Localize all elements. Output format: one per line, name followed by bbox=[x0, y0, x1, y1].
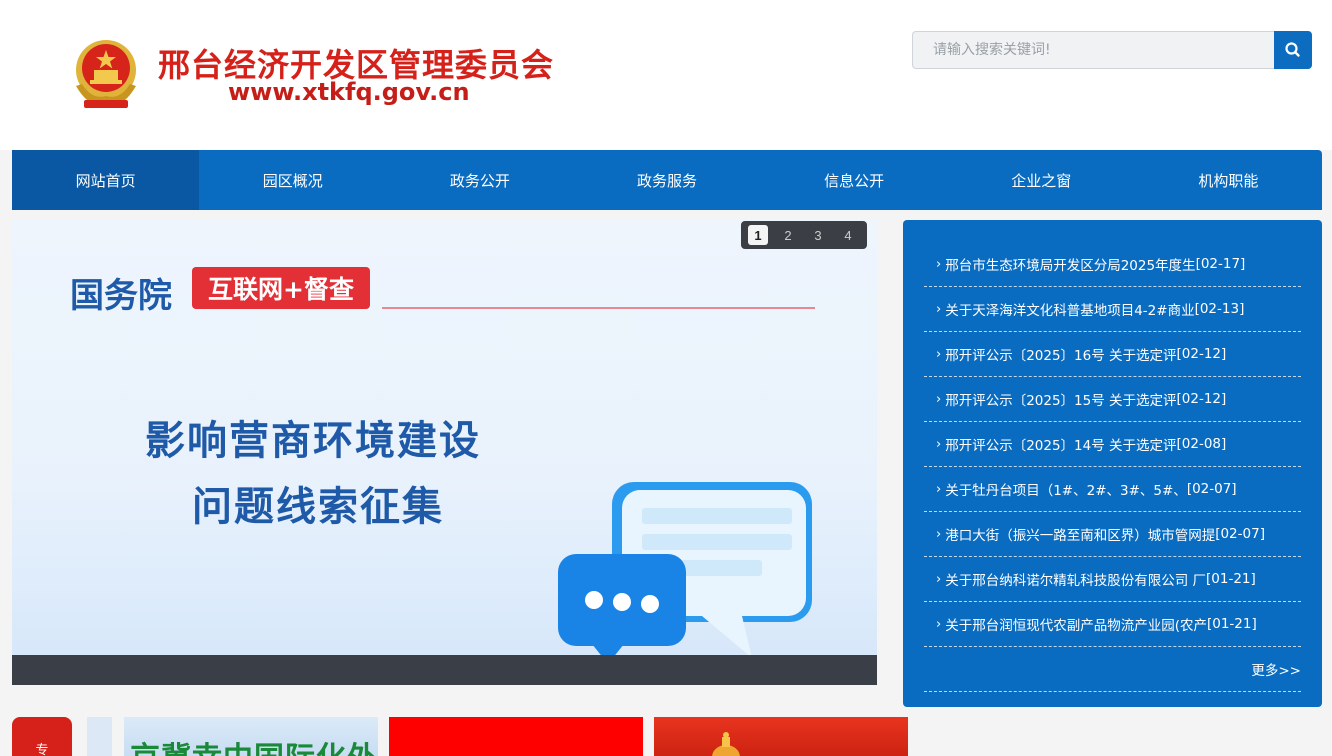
main-nav: 网站首页 园区概况 政务公开 政务服务 信息公开 企业之窗 机构职能 bbox=[12, 150, 1322, 210]
feature-card-3[interactable] bbox=[654, 717, 908, 756]
banner-tag: 互联网+督查 bbox=[192, 267, 370, 309]
chevron-right-icon: › bbox=[936, 616, 942, 632]
carousel-page-4[interactable]: 4 bbox=[838, 225, 858, 245]
chevron-right-icon: › bbox=[936, 481, 942, 497]
nav-item-government-services[interactable]: 政务服务 bbox=[573, 150, 760, 210]
chevron-right-icon: › bbox=[936, 571, 942, 587]
banner-carousel[interactable]: 国务院 互联网+督查 影响营商环境建设 问题线索征集 1 2 3 4 bbox=[12, 220, 877, 685]
news-date: [02-17] bbox=[1195, 256, 1246, 272]
news-title: 关于邢台润恒现代农副产品物流产业园(农产 bbox=[945, 618, 1207, 634]
banner-headline-2: 问题线索征集 bbox=[192, 484, 444, 530]
nav-item-government-affairs[interactable]: 政务公开 bbox=[386, 150, 573, 210]
site-url[interactable]: www.xtkfq.gov.cn bbox=[228, 78, 470, 106]
carousel-page-2[interactable]: 2 bbox=[778, 225, 798, 245]
lantern-icon bbox=[712, 732, 740, 756]
news-title: 邢开评公示〔2025〕16号 关于选定评 bbox=[945, 348, 1177, 364]
chevron-right-icon: › bbox=[936, 256, 942, 272]
banner-caption-bar bbox=[12, 655, 877, 685]
news-item[interactable]: › 关于牡丹台项目（1#、2#、3#、5#、 [02-07] bbox=[924, 467, 1301, 512]
national-emblem-icon[interactable] bbox=[70, 36, 142, 112]
banner-org: 国务院 bbox=[70, 276, 172, 316]
chevron-right-icon: › bbox=[936, 346, 942, 362]
news-item[interactable]: › 邢开评公示〔2025〕16号 关于选定评 [02-12] bbox=[924, 332, 1301, 377]
news-title: 港口大街（振兴一路至南和区界）城市管网提 bbox=[945, 528, 1216, 544]
news-date: [02-08] bbox=[1176, 436, 1227, 452]
news-item[interactable]: › 关于天泽海洋文化科普基地项目4-2#商业 [02-13] bbox=[924, 287, 1301, 332]
carousel-pager: 1 2 3 4 bbox=[741, 221, 867, 249]
banner-headline-1: 影响营商环境建设 bbox=[145, 418, 481, 464]
nav-item-home[interactable]: 网站首页 bbox=[12, 150, 200, 210]
news-date: [02-07] bbox=[1215, 526, 1265, 542]
feature-card-1-text: 京冀幸中国际化外 bbox=[130, 733, 378, 756]
news-item[interactable]: › 关于邢台纳科诺尔精轧科技股份有限公司 厂 [01-21] bbox=[924, 557, 1301, 602]
search-button[interactable] bbox=[1274, 31, 1312, 69]
nav-item-institution-functions[interactable]: 机构职能 bbox=[1135, 150, 1322, 210]
news-item[interactable]: › 港口大街（振兴一路至南和区界）城市管网提 [02-07] bbox=[924, 512, 1301, 557]
feature-strip: 专 京冀幸中国际化外 bbox=[0, 707, 1332, 756]
news-date: [02-12] bbox=[1176, 346, 1227, 362]
news-title: 邢开评公示〔2025〕14号 关于选定评 bbox=[945, 438, 1177, 454]
carousel-page-3[interactable]: 3 bbox=[808, 225, 828, 245]
news-date: [02-13] bbox=[1194, 301, 1245, 317]
news-date: [01-21] bbox=[1206, 616, 1257, 632]
feature-card-2[interactable] bbox=[389, 717, 643, 756]
nav-item-park-overview[interactable]: 园区概况 bbox=[199, 150, 386, 210]
chat-bubbles-icon bbox=[558, 482, 812, 664]
chevron-right-icon: › bbox=[936, 436, 942, 452]
nav-item-information-disclosure[interactable]: 信息公开 bbox=[761, 150, 948, 210]
chevron-right-icon: › bbox=[936, 391, 942, 407]
news-title: 关于邢台纳科诺尔精轧科技股份有限公司 厂 bbox=[945, 573, 1206, 589]
news-panel: › 邢台市生态环境局开发区分局2025年度生 [02-17] › 关于天泽海洋文化科普… bbox=[903, 220, 1322, 707]
feature-card-1[interactable]: 京冀幸中国际化外 bbox=[124, 717, 378, 756]
news-date: [02-07] bbox=[1186, 481, 1237, 497]
chevron-right-icon: › bbox=[936, 301, 942, 317]
news-date: [01-21] bbox=[1206, 571, 1256, 587]
nav-item-enterprise-window[interactable]: 企业之窗 bbox=[948, 150, 1135, 210]
news-title: 邢开评公示〔2025〕15号 关于选定评 bbox=[945, 393, 1177, 409]
search-icon bbox=[1285, 42, 1300, 57]
special-topic-tab[interactable]: 专 bbox=[12, 717, 72, 756]
news-item[interactable]: › 关于邢台润恒现代农副产品物流产业园(农产 [01-21] bbox=[924, 602, 1301, 647]
news-title: 关于牡丹台项目（1#、2#、3#、5#、 bbox=[945, 483, 1187, 499]
carousel-page-1[interactable]: 1 bbox=[748, 225, 768, 245]
news-title: 邢台市生态环境局开发区分局2025年度生 bbox=[945, 258, 1196, 274]
feature-strip-spacer bbox=[87, 717, 112, 756]
news-item[interactable]: › 邢开评公示〔2025〕14号 关于选定评 [02-08] bbox=[924, 422, 1301, 467]
news-date: [02-12] bbox=[1176, 391, 1227, 407]
news-title: 关于天泽海洋文化科普基地项目4-2#商业 bbox=[945, 303, 1195, 319]
news-item[interactable]: › 邢台市生态环境局开发区分局2025年度生 [02-17] bbox=[924, 242, 1301, 287]
site-header: 邢台经济开发区管理委员会 www.xtkfq.gov.cn bbox=[0, 0, 1332, 150]
banner-divider bbox=[382, 307, 815, 309]
news-more-link[interactable]: 更多>> bbox=[924, 647, 1301, 692]
chevron-right-icon: › bbox=[936, 526, 942, 542]
search-input[interactable] bbox=[912, 31, 1276, 69]
news-item[interactable]: › 邢开评公示〔2025〕15号 关于选定评 [02-12] bbox=[924, 377, 1301, 422]
